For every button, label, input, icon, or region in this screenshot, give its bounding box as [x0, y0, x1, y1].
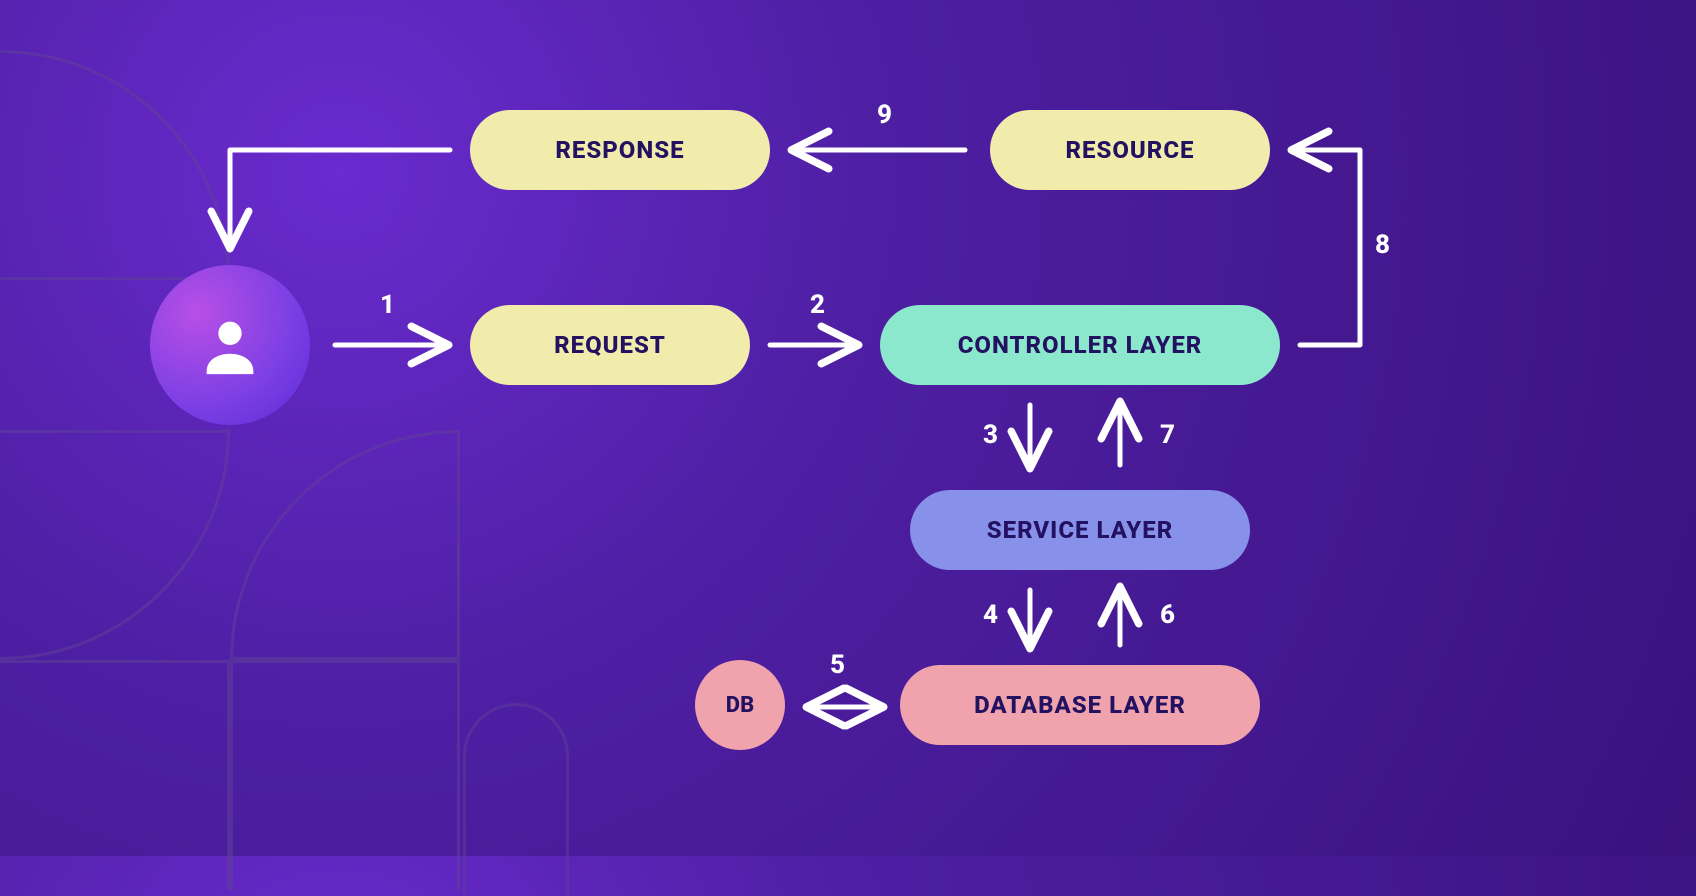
- response-node: RESPONSE: [470, 110, 770, 190]
- step-2: 2: [810, 290, 825, 320]
- step-8: 8: [1375, 230, 1390, 260]
- step-5: 5: [830, 650, 845, 680]
- user-node: [150, 265, 310, 425]
- step-9: 9: [877, 100, 892, 130]
- decor-shape: [0, 430, 230, 660]
- controller-node: CONTROLLER LAYER: [880, 305, 1280, 385]
- db-node: DB: [695, 660, 785, 750]
- database-node: DATABASE LAYER: [900, 665, 1260, 745]
- resource-node: RESOURCE: [990, 110, 1270, 190]
- step-7: 7: [1160, 420, 1175, 450]
- step-6: 6: [1160, 600, 1175, 630]
- architecture-diagram: RESPONSE RESOURCE REQUEST CONTROLLER LAY…: [0, 0, 1696, 856]
- service-node: SERVICE LAYER: [910, 490, 1250, 570]
- step-4: 4: [983, 600, 998, 630]
- arrow-to-user: [230, 150, 450, 245]
- decor-shape: [230, 430, 460, 660]
- step-1: 1: [380, 290, 395, 320]
- request-node: REQUEST: [470, 305, 750, 385]
- user-icon: [195, 310, 265, 380]
- step-3: 3: [983, 420, 998, 450]
- arrow-8: [1295, 150, 1360, 345]
- decor-shape: [0, 50, 230, 280]
